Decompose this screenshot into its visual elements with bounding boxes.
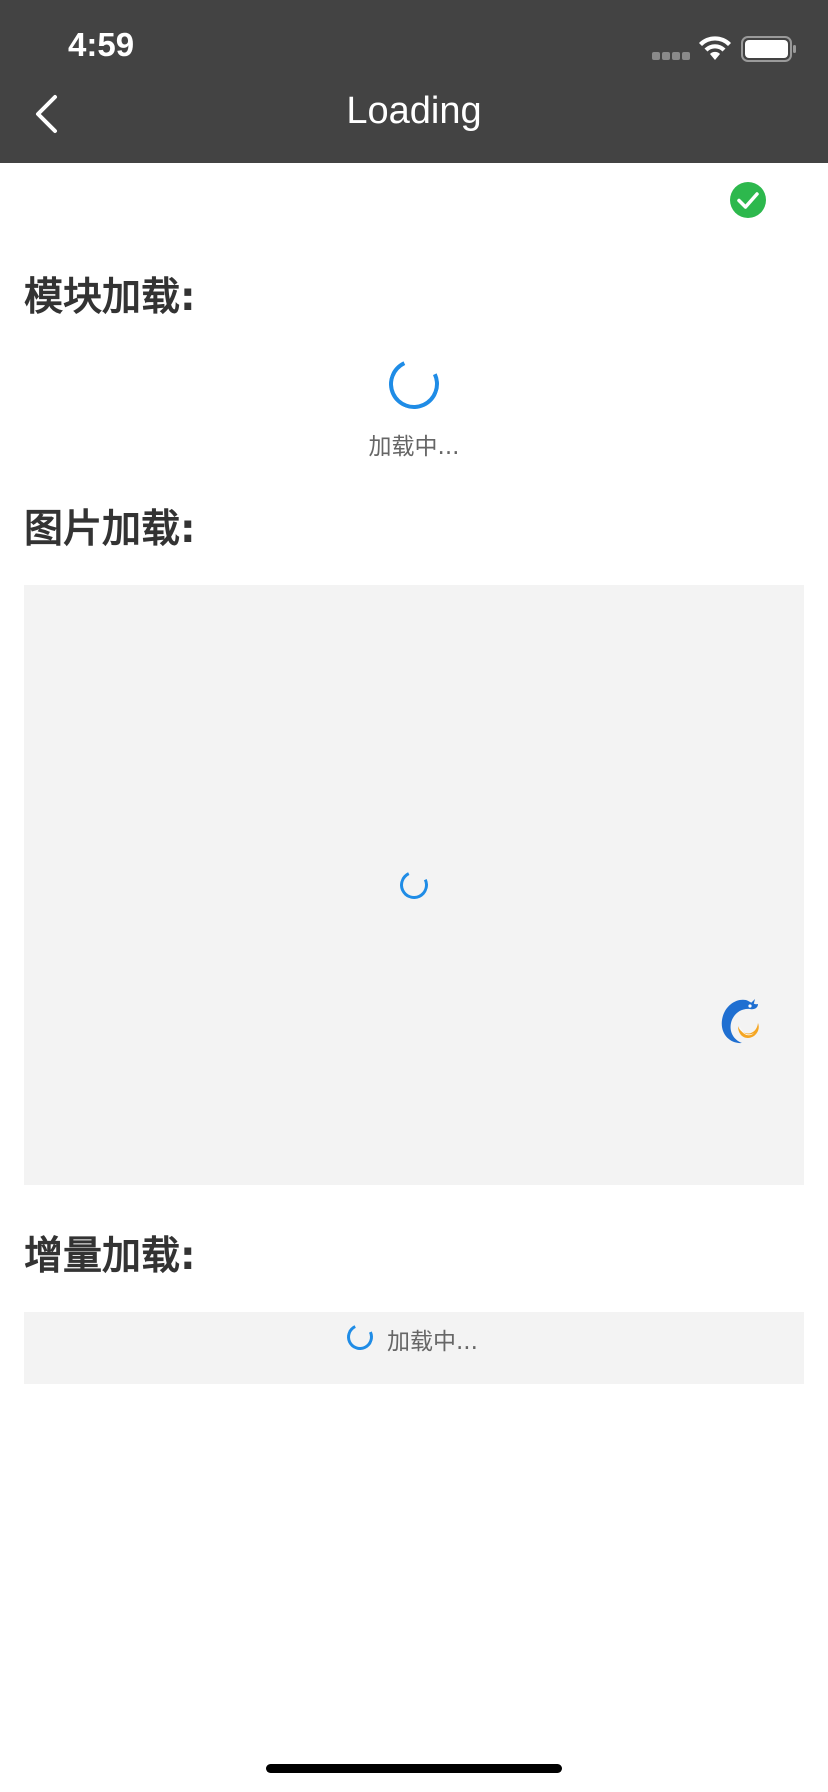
battery-icon [741, 36, 796, 62]
module-loading-text: 加载中... [368, 434, 460, 460]
loading-demo-page: 4:59 Loading 模块加载: 加载中... 图片加载: 增量加载: 加载… [0, 0, 828, 1792]
check-circle-icon [730, 182, 766, 218]
wifi-icon [699, 36, 731, 60]
incremental-loading-heading: 增量加载: [24, 1234, 196, 1279]
incremental-loading-text: 加载中... [387, 1329, 478, 1355]
image-loading-heading: 图片加载: [24, 507, 196, 552]
cellular-signal-icon [652, 52, 692, 62]
home-indicator[interactable] [266, 1764, 562, 1773]
navigation-bar: 4:59 Loading [0, 0, 828, 163]
module-loading-spinner-icon [381, 351, 447, 417]
module-loading-heading: 模块加载: [24, 275, 196, 320]
dolphin-logo-icon [721, 999, 759, 1044]
status-bar-time: 4:59 [68, 26, 135, 63]
page-title: Loading [346, 90, 482, 132]
